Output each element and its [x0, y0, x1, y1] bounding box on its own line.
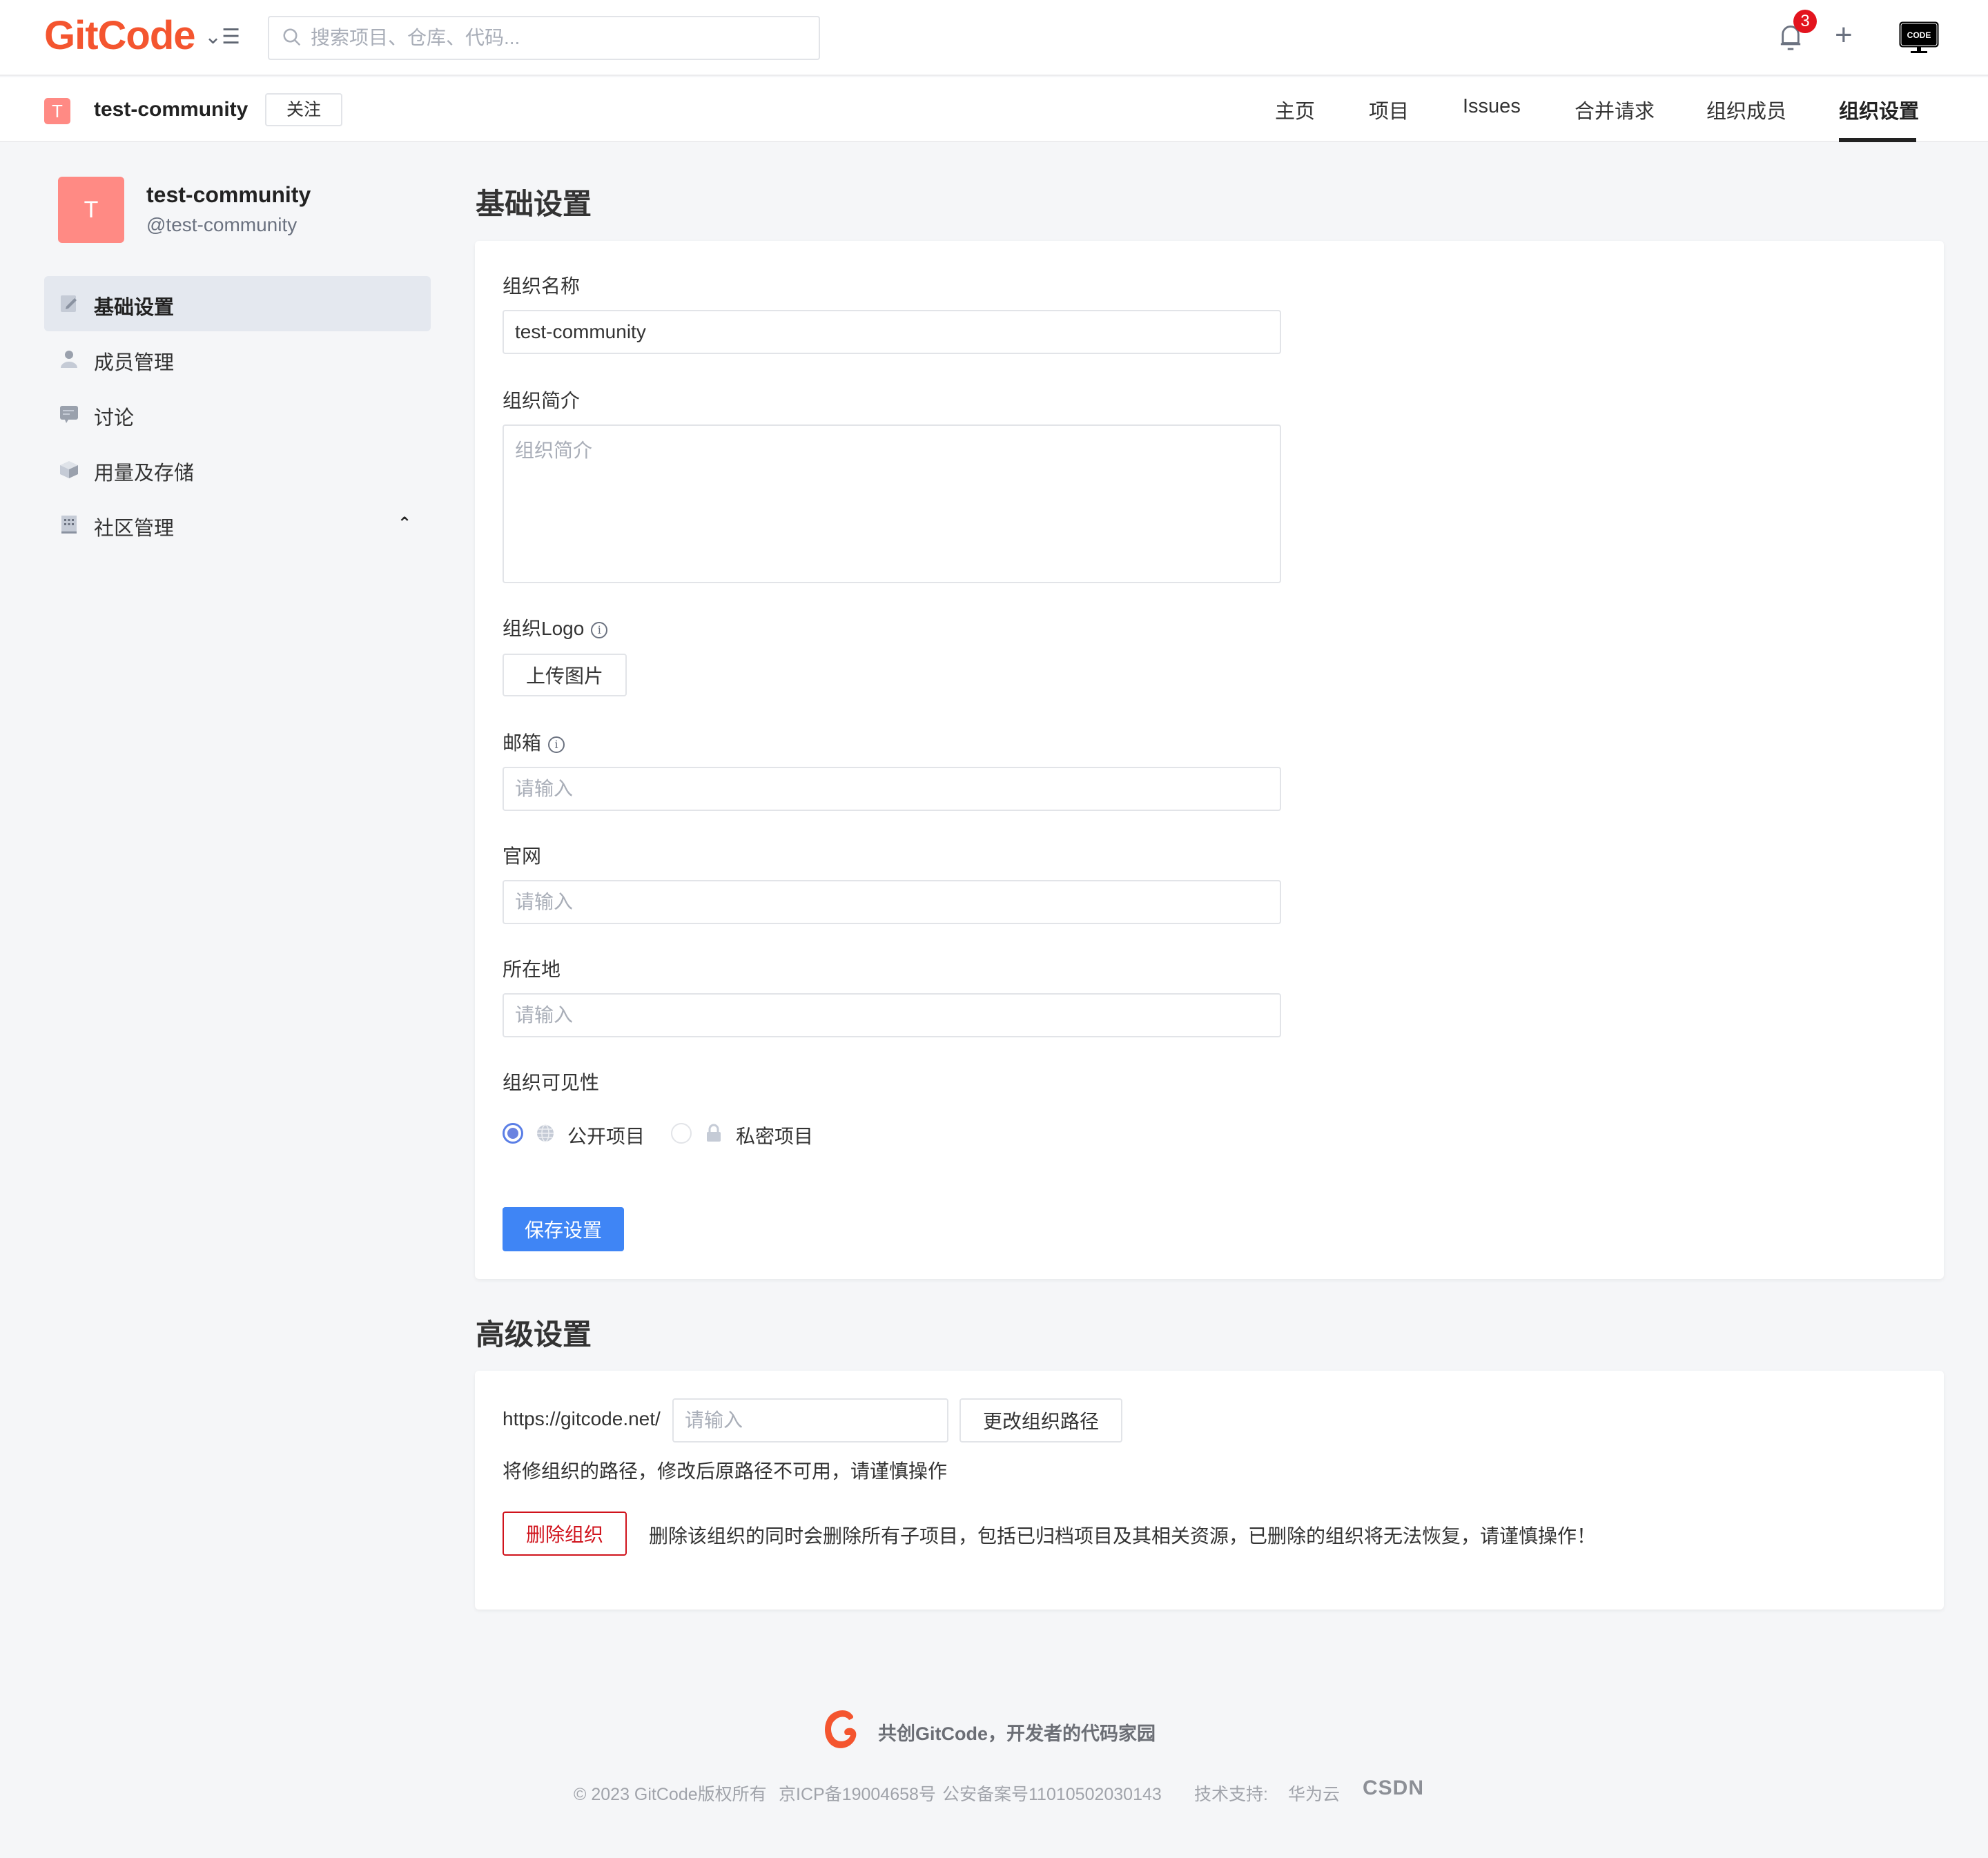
box-icon — [60, 461, 78, 478]
org-path-input[interactable] — [672, 1398, 948, 1443]
org-name-label: 组织名称 — [503, 275, 581, 297]
org-avatar: T — [58, 177, 124, 243]
chat-icon — [60, 406, 78, 423]
sidebar-item-label: 社区管理 — [94, 518, 175, 540]
public-radio[interactable] — [503, 1123, 523, 1144]
code-monitor-icon[interactable]: CODE — [1898, 21, 1940, 55]
building-icon — [61, 516, 77, 534]
sidebar-item-basic-settings[interactable]: 基础设置 — [44, 276, 431, 331]
info-icon[interactable]: i — [548, 736, 565, 753]
advanced-settings-card: https://gitcode.net/ 更改组织路径 将修组织的路径，修改后原… — [475, 1371, 1944, 1610]
info-icon[interactable]: i — [591, 622, 608, 638]
sidebar-item-discussion[interactable]: 讨论 — [44, 387, 431, 442]
sidebar-org-handle: @test-community — [146, 214, 298, 235]
org-badge: T — [44, 98, 70, 124]
active-tab-indicator — [1839, 138, 1916, 142]
footer-police-record[interactable]: 公安备案号11010502030143 — [942, 1781, 1162, 1806]
edit-icon — [61, 295, 77, 312]
org-name-input[interactable] — [503, 310, 1281, 354]
chevron-up-icon[interactable]: ⌃ — [398, 514, 411, 534]
footer-slogan: 共创GitCode，开发者的代码家园 — [878, 1723, 1156, 1744]
sidebar-item-member-management[interactable]: 成员管理 — [44, 331, 431, 387]
footer-csdn[interactable]: CSDN — [1363, 1777, 1424, 1800]
basic-settings-title: 基础设置 — [476, 188, 592, 220]
org-intro-textarea[interactable] — [503, 424, 1281, 583]
save-settings-button[interactable]: 保存设置 — [503, 1207, 624, 1251]
footer-copyright: © 2023 GitCode版权所有 — [574, 1785, 767, 1804]
globe-icon — [537, 1124, 554, 1142]
sidebar-item-label: 讨论 — [94, 407, 135, 429]
footer-support-label: 技术支持: — [1194, 1785, 1268, 1804]
email-label: 邮箱 i — [503, 728, 565, 756]
follow-button[interactable]: 关注 — [265, 93, 342, 126]
location-input[interactable] — [503, 993, 1281, 1037]
basic-settings-card: 组织名称 组织简介 组织Logoi 上传图片 邮箱i 官网 所在地 组织可见性 … — [475, 241, 1944, 1279]
org-logo-label-text: 组织Logo — [503, 618, 585, 639]
gitcode-footer-logo — [825, 1710, 857, 1748]
advanced-settings-title: 高级设置 — [476, 1318, 592, 1351]
search-box[interactable] — [268, 16, 820, 60]
search-icon — [283, 28, 301, 46]
tab-issues[interactable]: Issues — [1463, 95, 1521, 118]
website-label: 官网 — [503, 845, 542, 867]
tab-merge-requests[interactable]: 合并请求 — [1575, 95, 1655, 124]
code-badge-text: CODE — [1907, 30, 1931, 40]
sidebar-item-usage-storage[interactable]: 用量及存储 — [44, 442, 431, 497]
email-label-text: 邮箱 — [503, 732, 542, 754]
sidebar-org-name: test-community — [146, 182, 311, 207]
menu-toggle-icon[interactable]: ⌄☰ — [204, 25, 240, 49]
org-nav-bar: T test-community 关注 主页 项目 Issues 合并请求 组织… — [0, 77, 1988, 142]
org-name[interactable]: test-community — [94, 98, 248, 121]
change-path-button[interactable]: 更改组织路径 — [959, 1398, 1122, 1443]
org-logo-label: 组织Logo i — [503, 614, 608, 641]
footer-icp[interactable]: 京ICP备19004658号 — [779, 1781, 936, 1806]
top-bar: GitCode ⌄☰ 3 + CODE — [0, 0, 1988, 76]
private-option-label[interactable]: 私密项目 — [736, 1122, 813, 1149]
notification-badge: 3 — [1793, 10, 1817, 33]
sidebar-item-label: 用量及存储 — [94, 462, 195, 485]
delete-warning-text: 删除该组织的同时会删除所有子项目，包括已归档项目及其相关资源，已删除的组织将无法… — [649, 1525, 1597, 1547]
sidebar-item-label: 基础设置 — [94, 297, 175, 319]
path-warning-text: 将修组织的路径，修改后原路径不可用，请谨慎操作 — [503, 1460, 948, 1482]
plus-icon[interactable]: + — [1835, 18, 1853, 52]
visibility-label: 组织可见性 — [503, 1072, 600, 1093]
footer-huawei-cloud[interactable]: 华为云 — [1288, 1781, 1340, 1806]
location-label: 所在地 — [503, 959, 561, 980]
email-input[interactable] — [503, 767, 1281, 811]
public-option-label[interactable]: 公开项目 — [567, 1122, 645, 1149]
upload-image-button[interactable]: 上传图片 — [503, 654, 627, 696]
private-radio[interactable] — [671, 1123, 692, 1144]
user-icon — [61, 351, 77, 368]
sidebar-item-label: 成员管理 — [94, 352, 175, 374]
tab-home[interactable]: 主页 — [1275, 95, 1315, 124]
tab-org-settings[interactable]: 组织设置 — [1839, 95, 1919, 124]
search-input[interactable] — [311, 17, 808, 59]
tab-projects[interactable]: 项目 — [1369, 95, 1409, 124]
url-prefix: https://gitcode.net/ — [503, 1408, 661, 1429]
lock-icon — [707, 1124, 721, 1142]
website-input[interactable] — [503, 880, 1281, 924]
org-intro-label: 组织简介 — [503, 390, 581, 411]
delete-org-button[interactable]: 删除组织 — [503, 1512, 627, 1556]
tab-org-members[interactable]: 组织成员 — [1706, 95, 1786, 124]
gitcode-logo[interactable]: GitCode — [44, 12, 196, 59]
sidebar-item-community-management[interactable]: 社区管理 ⌃ — [44, 497, 431, 552]
